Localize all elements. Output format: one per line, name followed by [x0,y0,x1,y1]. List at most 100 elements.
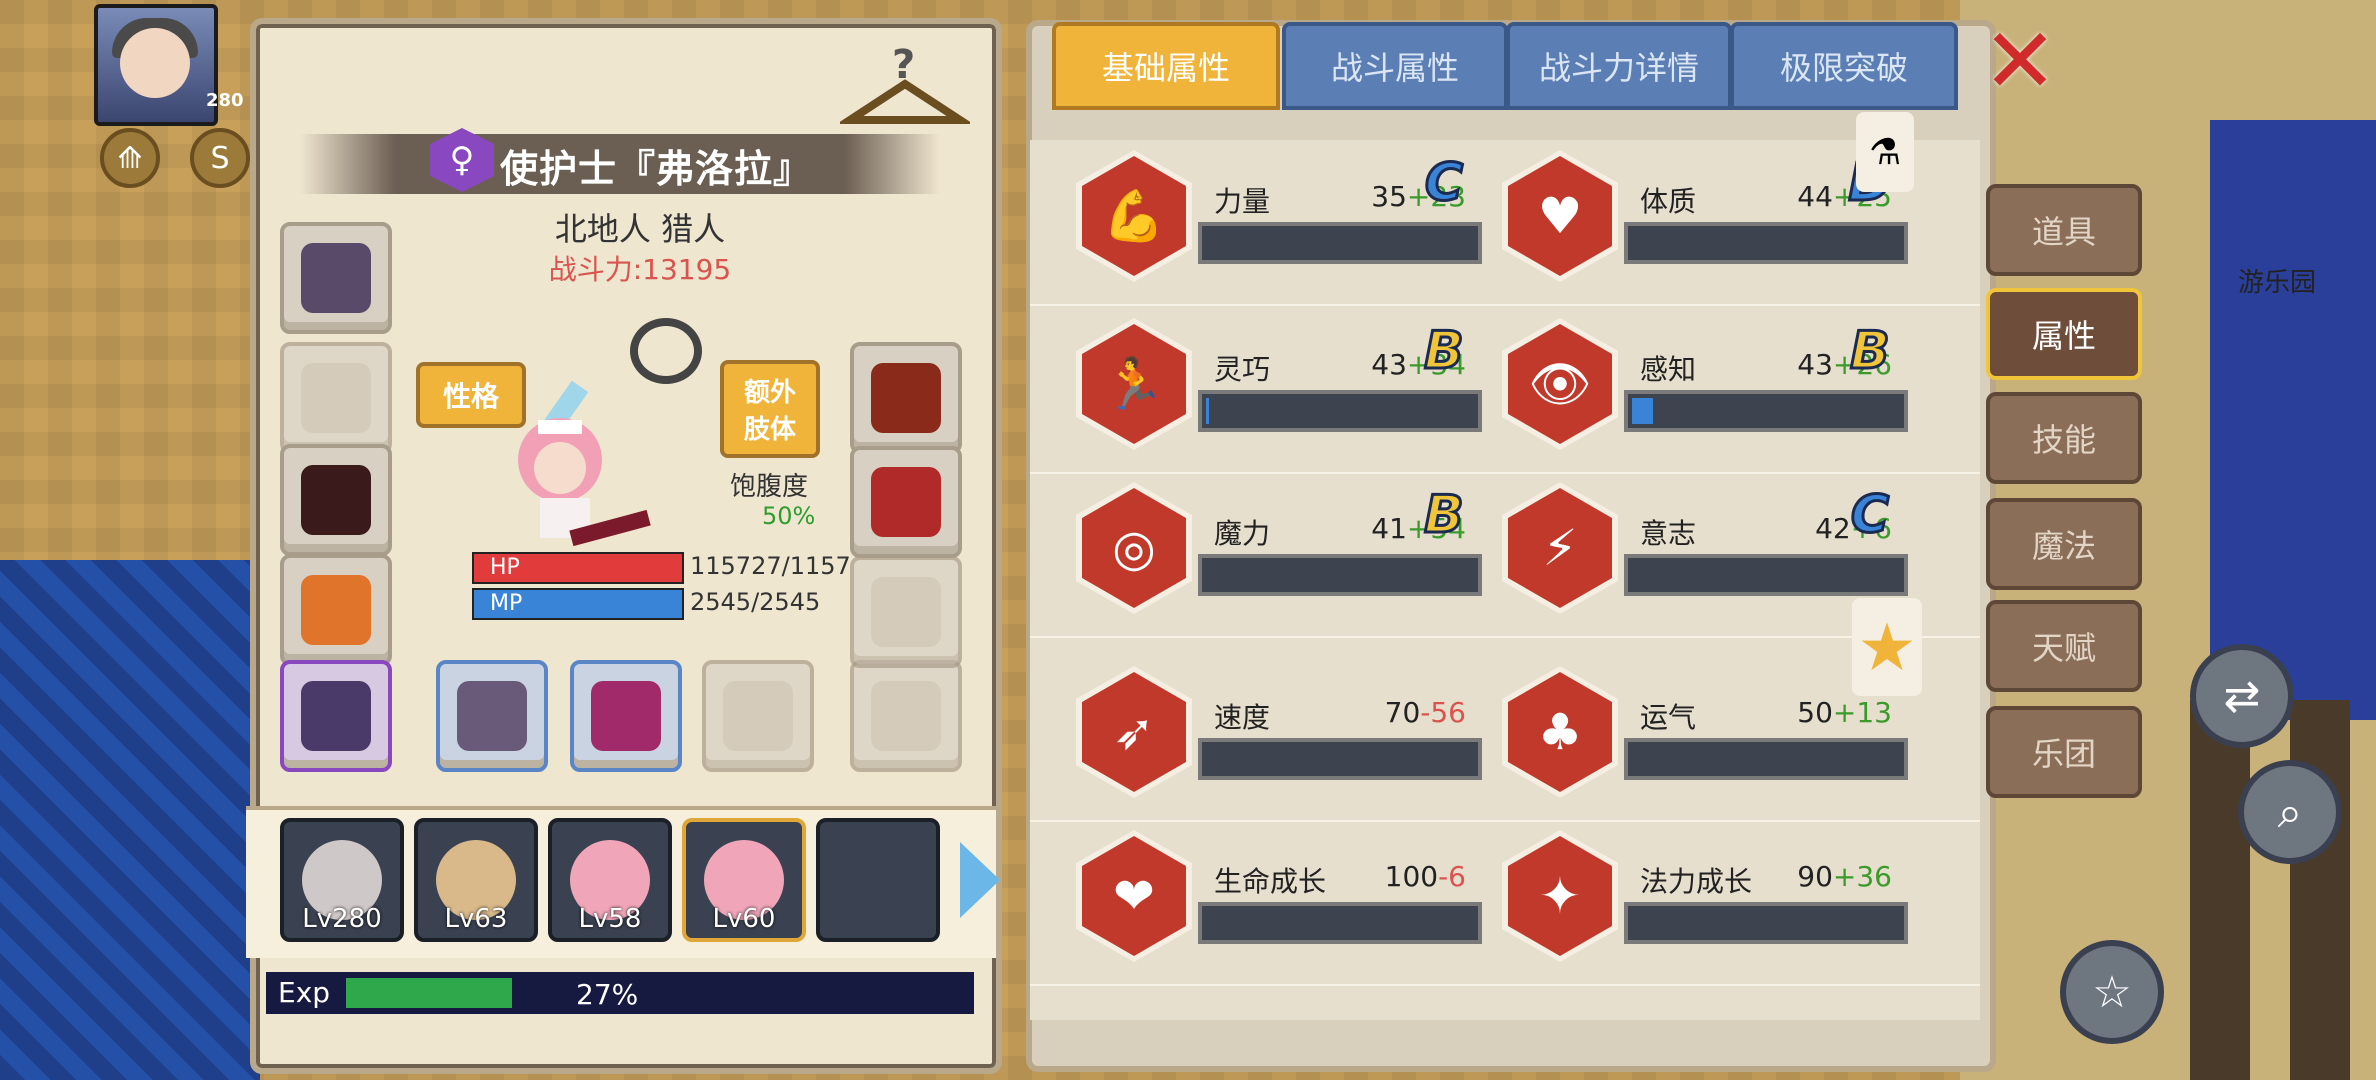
attribute-bonus: +13 [1832,696,1892,729]
attribute-base: 90 [1797,860,1833,893]
attribute-name: 感知 [1640,353,1697,386]
palm-tree [2190,700,2250,1080]
attribute-name: 魔力 [1214,517,1271,550]
team-empty-slot[interactable] [816,818,940,942]
skill-badge-icon[interactable]: ⟰ [100,128,160,188]
skill-badge-icon[interactable]: S [190,128,250,188]
running-icon-glyph: 🏃 [1082,324,1186,444]
tab-power-details[interactable]: 战斗力详情 [1506,22,1732,110]
attribute-value: 100-6 [1316,860,1466,893]
offhand-placeholder-icon [723,681,793,751]
body-icon-glyph: ♥ [1508,156,1612,276]
mp-bar: MP [472,588,684,620]
close-icon[interactable]: ✕ [1982,17,2058,107]
team-member-slot[interactable]: Lv60 [682,818,806,942]
tab-basic-attributes[interactable]: 基础属性 [1052,22,1280,110]
team-member-slot[interactable]: Lv280 [280,818,404,942]
collar-icon[interactable] [630,318,702,384]
team-member-slot[interactable]: Lv63 [414,818,538,942]
swap-icon[interactable]: ⇄ [2190,644,2294,748]
hp-bar-label: HP [490,555,520,580]
attribute-progress-bar [1624,902,1908,944]
tab-combat-attributes[interactable]: 战斗属性 [1282,22,1508,110]
equip-slot-empty[interactable] [702,660,814,772]
attribute-progress-bar [1624,738,1908,780]
hanger-help-icon[interactable]: ? [840,40,970,140]
star-outline-icon[interactable]: ☆ [2060,940,2164,1044]
side-tab-magic[interactable]: 魔法 [1986,498,2142,590]
side-tab-band[interactable]: 乐团 [1986,706,2142,798]
sea-tiles [0,560,260,1080]
equip-slot-helmet[interactable] [280,222,392,334]
character-power: 战斗力:13195 [548,253,732,286]
side-tab-talents[interactable]: 天赋 [1986,600,2142,692]
accessory-placeholder-icon [301,363,371,433]
avatar-level: 280 [206,90,244,111]
attribute-progress-bar [1198,390,1482,432]
avatar-face [120,28,190,98]
attribute-bonus: -6 [1438,860,1466,893]
hp-value: 115727/1157 [690,552,850,580]
side-tab-attributes[interactable]: 属性 [1986,288,2142,380]
boots-placeholder-icon [871,577,941,647]
attribute-base: 35 [1371,180,1407,213]
attribute-bonus: +36 [1832,860,1892,893]
head-icon-glyph: ⚡ [1508,488,1612,608]
gem-ring-icon [301,681,371,751]
side-tab-skills[interactable]: 技能 [1986,392,2142,484]
side-tab-items[interactable]: 道具 [1986,184,2142,276]
equip-slot-gloves[interactable] [850,342,962,454]
exp-label: Exp [278,976,331,1009]
attribute-base: 70 [1384,696,1421,729]
equip-slot-belt[interactable] [850,446,962,558]
helmet-icon [301,243,371,313]
palm-tree [2290,700,2350,1080]
attribute-bonus: -56 [1420,696,1466,729]
satiety-value: 50% [762,502,816,530]
team-member-level: Lv58 [578,904,642,934]
arm-icon-glyph: 💪 [1082,156,1186,276]
equip-slot-mace[interactable] [436,660,548,772]
sword-icon [591,681,661,751]
star-icon[interactable]: ★ [1852,598,1922,696]
equip-slot-cape[interactable] [280,444,392,556]
attribute-base: 41 [1371,512,1407,545]
equip-slot-empty[interactable] [850,660,962,772]
attribute-grade-badge: B [1849,321,1892,382]
attribute-name: 运气 [1640,701,1697,734]
team-member-slot[interactable]: Lv58 [548,818,672,942]
speed-icon-glyph: ➶ [1082,672,1186,792]
attribute-progress-bar [1624,222,1908,264]
cape-icon [301,465,371,535]
belt-icon [871,467,941,537]
equip-slot-ring[interactable] [280,660,392,772]
extra-limbs-button[interactable]: 额外 肢体 [720,360,820,458]
heart-growth-icon-glyph: ❤ [1082,836,1186,956]
equip-slot-sword[interactable] [570,660,682,772]
equip-slot-armor[interactable] [280,554,392,666]
clover-icon-glyph: ♣ [1508,672,1612,792]
svg-text:?: ? [892,42,915,88]
attribute-name: 生命成长 [1214,865,1327,898]
attribute-base: 44 [1797,180,1833,213]
exp-bar: Exp 27% [266,972,974,1014]
attribute-progress-bar [1198,554,1482,596]
search-icon[interactable]: ⌕ [2238,760,2342,864]
potion-icon[interactable]: ⚗ [1856,112,1914,192]
pool-area [2210,120,2376,720]
equip-slot-empty[interactable] [850,556,962,668]
team-member-level: Lv63 [444,904,508,934]
attribute-value: 90+36 [1742,860,1892,893]
attribute-value: 50+13 [1742,696,1892,729]
equip-slot-empty[interactable] [280,342,392,454]
tab-limit-break[interactable]: 极限突破 [1730,22,1958,110]
attribute-progress-fill [1206,398,1209,424]
exp-percent: 27% [576,978,639,1011]
attribute-name: 灵巧 [1214,353,1271,386]
attribute-base: 43 [1371,348,1407,381]
attribute-progress-fill [1632,398,1653,424]
character-race-class: 北地人 猎人 [554,210,726,248]
player-avatar[interactable] [94,4,218,126]
character-name: 使护士『弗洛拉』 [500,147,813,191]
spiral-icon-glyph: ◎ [1082,488,1186,608]
